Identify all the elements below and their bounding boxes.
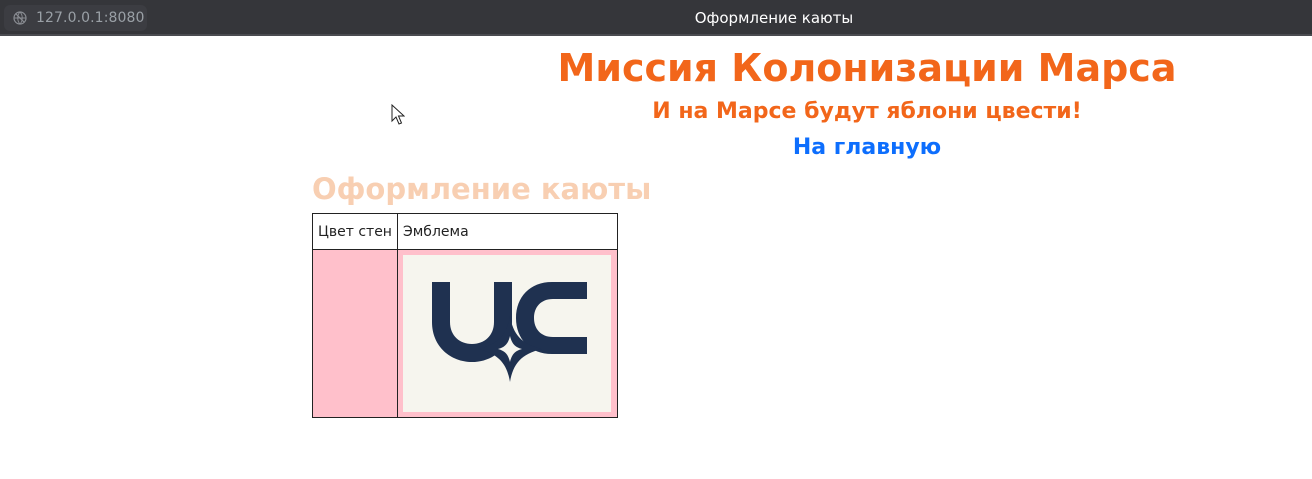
section-title: Оформление каюты [312,172,652,206]
page: Миссия Колонизации Марса И на Марсе буду… [0,38,1312,479]
table-row [312,249,618,418]
cabin-design-table: Цвет стен Эмблема [312,213,618,418]
window-title: Оформление каюты [694,9,854,27]
page-title: Миссия Колонизации Марса [557,46,1177,90]
page-subtitle: И на Марсе будут яблони цвести! [652,99,1082,124]
emblem-image [402,255,611,412]
site-header: Миссия Колонизации Марса И на Марсе буду… [427,38,1307,163]
wall-color-swatch [312,249,398,418]
home-link[interactable]: На главную [793,133,941,163]
table-header-row: Цвет стен Эмблема [312,213,618,250]
mouse-cursor-icon [391,103,406,130]
column-header-wall-color: Цвет стен [312,213,398,250]
browser-title-bar: 127.0.0.1:8080 Оформление каюты [0,0,1312,36]
column-header-emblem: Эмблема [396,213,618,250]
uc-star-logo-icon [431,281,587,382]
emblem-cell [396,249,618,418]
